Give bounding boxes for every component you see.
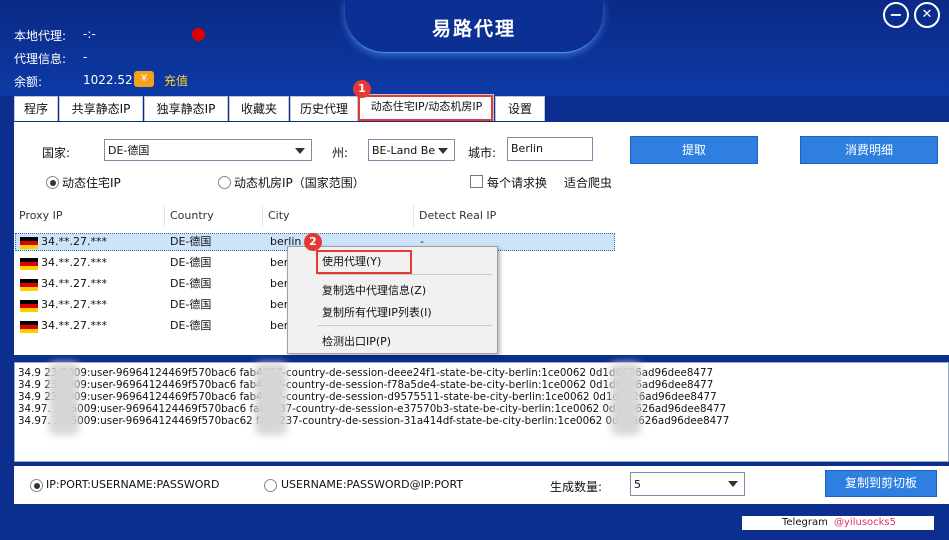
proxy-info-label: 代理信息: [14,52,67,66]
telegram-label: Telegram [782,517,828,528]
row-ip[interactable]: 34.**.27.*** [41,318,107,334]
state-select[interactable]: BE-Land Be [368,139,455,161]
column-header-proxy-ip[interactable]: Proxy IP [14,205,165,227]
status-indicator [192,28,205,41]
local-proxy-label: 本地代理: [14,29,67,43]
menu-divider [318,325,492,326]
datacenter-label: 动态机房IP（国家范围） [234,176,365,190]
tab-shared-static-ip[interactable]: 共享静态IP [59,96,143,121]
app-title: 易路代理 [431,18,516,40]
row-country[interactable]: DE-德国 [170,276,211,292]
per-request-label: 每个请求换 [487,176,548,190]
row-country[interactable]: DE-德国 [170,318,211,334]
column-header-country[interactable]: Country [165,205,263,227]
step-badge-1: 1 [353,80,371,98]
menu-divider [318,274,492,275]
menu-item-detect-exit-ip[interactable]: 检测出口IP(P) [322,333,391,349]
telegram-contact[interactable]: Telegram @yilusocks5 [742,516,934,530]
column-header-detect-real-ip[interactable]: Detect Real IP [414,205,614,227]
chevron-down-icon [295,148,305,154]
per-request-checkbox[interactable] [470,175,483,188]
redaction-blur [255,363,287,435]
redaction-blur [49,363,79,435]
format-option-1-label: IP:PORT:USERNAME:PASSWORD [46,478,220,491]
chevron-down-icon [438,148,448,154]
count-select[interactable]: 5 [630,472,745,496]
tab-favorites[interactable]: 收藏夹 [229,96,289,121]
row-country[interactable]: DE-德国 [170,297,211,313]
balance-value: 1022.52 [83,73,133,87]
state-label: 州: [332,146,349,160]
residential-label: 动态住宅IP [62,176,121,190]
chevron-down-icon [728,481,738,487]
country-select[interactable]: DE-德国 [104,139,312,161]
country-label: 国家: [42,146,71,160]
proxy-info-value: - [83,50,88,64]
residential-radio[interactable] [46,176,59,189]
tab-program[interactable]: 程序 [14,96,58,121]
step-badge-2: 2 [304,233,322,251]
format-ip-port-user-pass-radio[interactable] [30,479,43,492]
tab-highlight-box [358,95,493,121]
germany-flag-icon [20,321,38,333]
city-label: 城市: [468,146,497,160]
spending-details-button[interactable]: 消费明细 [800,136,938,164]
format-user-pass-at-ip-radio[interactable] [264,479,277,492]
count-select-value: 5 [634,478,641,491]
state-select-value: BE-Land Be [372,144,436,157]
city-input[interactable]: Berlin [507,137,593,161]
recharge-link[interactable]: 充值 [164,72,188,89]
germany-flag-icon [20,300,38,312]
local-proxy-value: -:- [83,27,96,41]
tab-dedicated-static-ip[interactable]: 独享静态IP [144,96,228,121]
coin-icon: ¥ [134,71,154,87]
germany-flag-icon [20,237,38,249]
column-header-city[interactable]: City [263,205,414,227]
menu-highlight-box [316,250,412,274]
row-ip[interactable]: 34.**.27.*** [41,276,107,292]
row-ip[interactable]: 34.**.27.*** [41,234,107,250]
tab-history-proxy[interactable]: 历史代理 [290,96,358,121]
menu-item-copy-selected[interactable]: 复制选中代理信息(Z) [322,282,426,298]
telegram-handle[interactable]: @yilusocks5 [834,516,896,530]
menu-item-copy-all[interactable]: 复制所有代理IP列表(I) [322,304,432,320]
tab-settings[interactable]: 设置 [495,96,545,121]
germany-flag-icon [20,258,38,270]
balance-label: 余额: [14,75,43,89]
row-country[interactable]: DE-德国 [170,255,211,271]
extract-button[interactable]: 提取 [630,136,758,164]
format-option-2-label: USERNAME:PASSWORD@IP:PORT [281,478,464,491]
copy-to-clipboard-button[interactable]: 复制到剪切板 [825,470,937,497]
redaction-blur [611,363,641,435]
output-line: 34.9 23:5009:user-96964124469f570bac6 fa… [18,367,714,379]
count-label: 生成数量: [550,480,603,494]
output-line: 34.9 23:5009:user-96964124469f570bac6 fa… [18,379,714,391]
close-icon[interactable]: ✕ [914,2,940,28]
germany-flag-icon [20,279,38,291]
output-textarea[interactable]: 34.9 23:5009:user-96964124469f570bac6 fa… [14,362,949,462]
datacenter-radio[interactable] [218,176,231,189]
country-select-value: DE-德国 [108,144,150,157]
minimize-icon[interactable]: − [883,2,909,28]
crawler-label: 适合爬虫 [564,176,613,190]
row-country[interactable]: DE-德国 [170,234,211,250]
row-ip[interactable]: 34.**.27.*** [41,255,107,271]
row-ip[interactable]: 34.**.27.*** [41,297,107,313]
